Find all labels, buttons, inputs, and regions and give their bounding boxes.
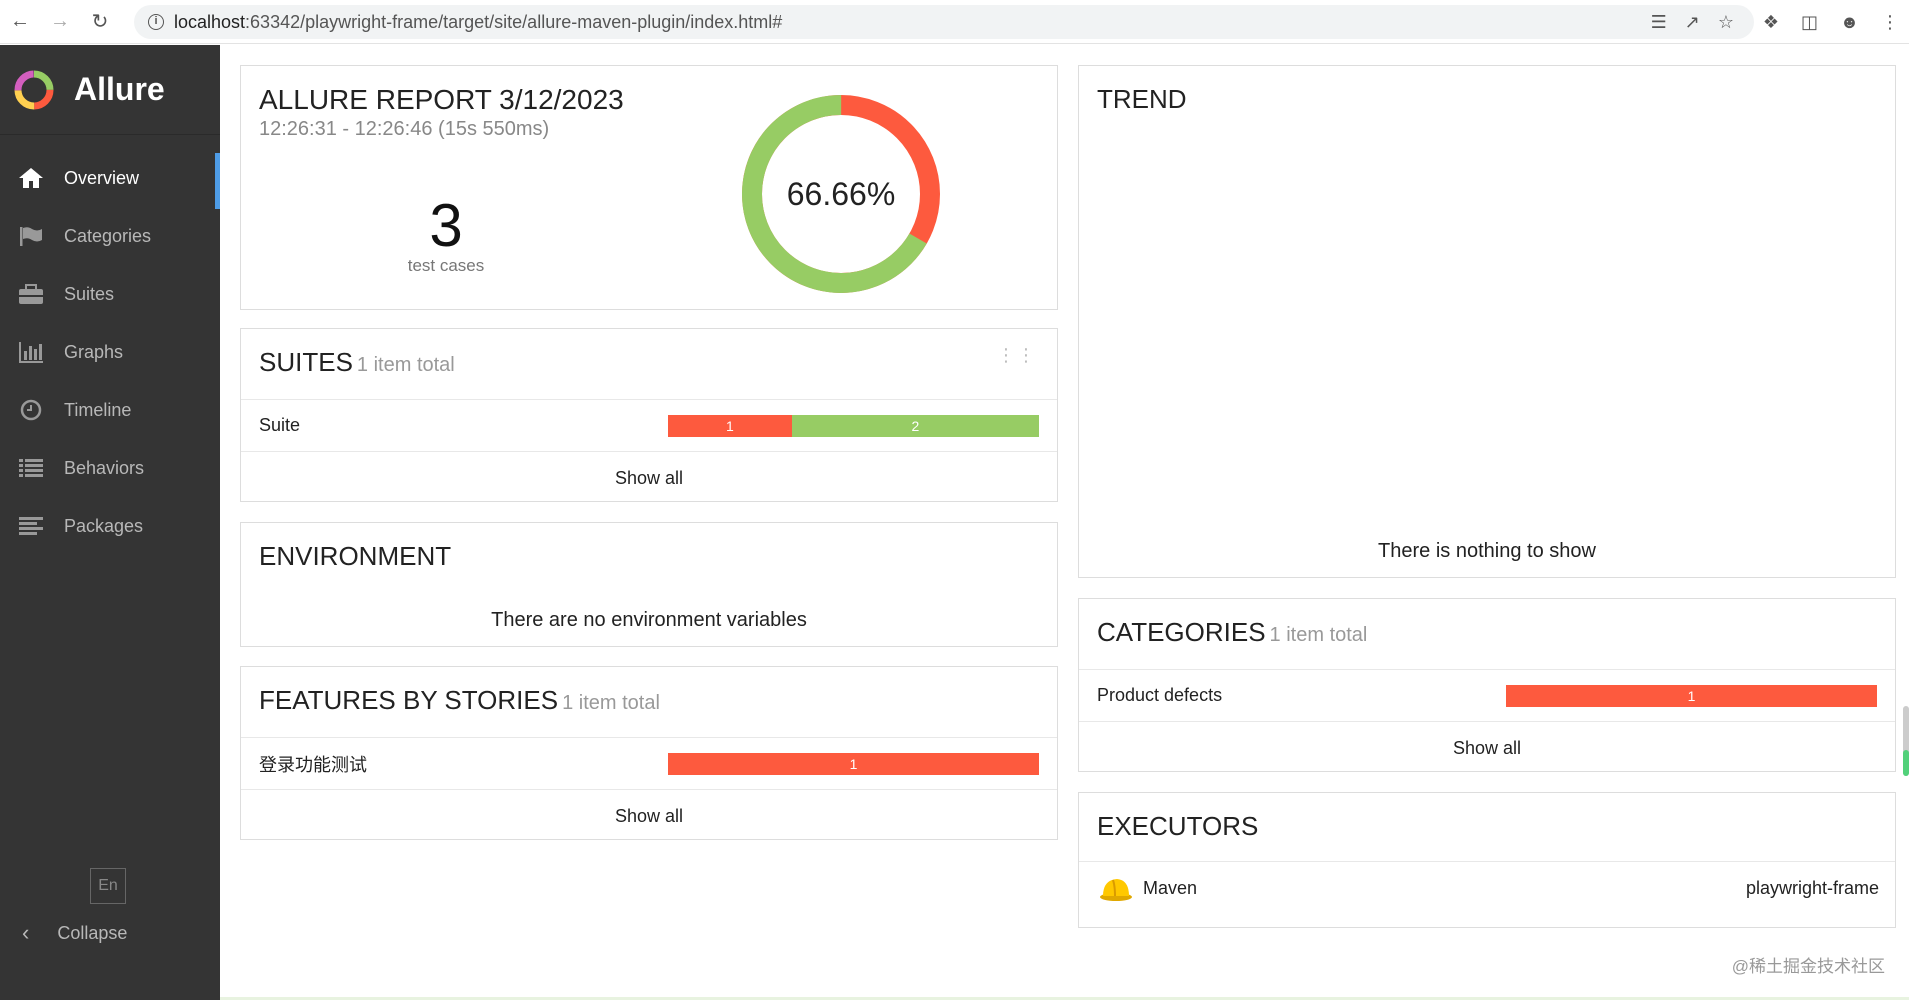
sidebar-item-graphs[interactable]: Graphs bbox=[0, 323, 220, 381]
features-title-row: FEATURES BY STORIES 1 item total bbox=[241, 667, 1057, 716]
failed-segment: 1 bbox=[668, 415, 792, 437]
executor-row[interactable]: Maven playwright-frame bbox=[1079, 861, 1895, 913]
executors-title: EXECUTORS bbox=[1097, 811, 1259, 841]
executor-name: Maven bbox=[1143, 878, 1198, 898]
suites-title-row: SUITES 1 item total bbox=[241, 329, 1057, 378]
list-icon bbox=[16, 456, 46, 480]
share-icon[interactable]: ↗ bbox=[1685, 12, 1700, 33]
drag-handle-icon[interactable]: ⋮⋮ bbox=[997, 346, 1037, 364]
browser-toolbar: ← → ↻ i localhost:63342/playwright-frame… bbox=[0, 0, 1909, 44]
table-row[interactable]: Suite 1 2 bbox=[241, 399, 1057, 451]
category-name: Product defects bbox=[1097, 685, 1223, 705]
extensions-icon[interactable]: ❖ bbox=[1763, 12, 1779, 33]
table-row[interactable]: 登录功能测试 1 bbox=[241, 737, 1057, 789]
sidebar-item-label: Categories bbox=[64, 225, 152, 246]
info-icon[interactable]: i bbox=[148, 14, 164, 30]
chevron-left-icon: ‹ bbox=[22, 920, 30, 945]
environment-widget: ENVIRONMENT There are no environment var… bbox=[240, 522, 1058, 647]
star-icon[interactable]: ☆ bbox=[1718, 12, 1734, 33]
reload-icon[interactable]: ↻ bbox=[80, 0, 120, 44]
back-arrow-icon[interactable]: ← bbox=[0, 0, 40, 44]
briefcase-icon bbox=[16, 282, 46, 306]
features-show-all-link[interactable]: Show all bbox=[241, 789, 1057, 841]
suite-name: Suite bbox=[259, 415, 301, 435]
language-button[interactable]: En bbox=[90, 868, 126, 904]
watermark: @稀土掘金技术社区 bbox=[1731, 957, 1885, 976]
collapse-button[interactable]: ‹ Collapse bbox=[22, 920, 127, 946]
translate-icon[interactable]: ☰ bbox=[1651, 12, 1667, 33]
align-left-icon bbox=[16, 514, 46, 538]
categories-title-row: CATEGORIES 1 item total bbox=[1079, 599, 1895, 648]
url-path: :63342/playwright-frame/target/site/allu… bbox=[245, 11, 783, 32]
url-host: localhost bbox=[174, 11, 246, 32]
sidebar-item-suites[interactable]: Suites bbox=[0, 265, 220, 323]
report-title: ALLURE REPORT 3/12/2023 bbox=[259, 84, 624, 115]
suites-count: 1 item total bbox=[356, 354, 455, 376]
home-icon bbox=[16, 166, 46, 190]
sidebar-item-label: Suites bbox=[64, 283, 115, 304]
suites-title: SUITES bbox=[259, 347, 353, 377]
categories-show-all-link[interactable]: Show all bbox=[1079, 721, 1895, 773]
sidebar-item-label: Graphs bbox=[64, 341, 124, 362]
allure-logo-icon bbox=[14, 70, 54, 109]
brand[interactable]: Allure bbox=[0, 45, 220, 135]
status-bar: 1 2 bbox=[668, 415, 1039, 437]
side-panel-icon[interactable]: ◫ bbox=[1801, 12, 1818, 33]
categories-count: 1 item total bbox=[1269, 624, 1368, 646]
trend-widget: TREND There is nothing to show bbox=[1078, 65, 1896, 578]
forward-arrow-icon[interactable]: → bbox=[40, 0, 80, 44]
test-case-label: test cases bbox=[407, 256, 485, 275]
table-row[interactable]: Product defects 1 bbox=[1079, 669, 1895, 721]
sidebar-item-label: Behaviors bbox=[64, 457, 145, 478]
clock-icon bbox=[16, 398, 46, 422]
maven-helmet-icon bbox=[1100, 879, 1132, 901]
menu-dots-icon[interactable]: ⋮ bbox=[1881, 12, 1899, 33]
address-bar[interactable]: i localhost:63342/playwright-frame/targe… bbox=[134, 5, 1754, 39]
sidebar-item-categories[interactable]: Categories bbox=[0, 207, 220, 265]
status-bar: 1 bbox=[668, 753, 1039, 775]
features-widget: FEATURES BY STORIES 1 item total 登录功能测试 1… bbox=[240, 666, 1058, 840]
features-title: FEATURES BY STORIES bbox=[259, 685, 559, 715]
suites-show-all-link[interactable]: Show all bbox=[241, 451, 1057, 503]
success-rate-percent: 66.66% bbox=[786, 175, 896, 212]
test-case-count: 3 bbox=[429, 192, 463, 259]
profile-icon[interactable]: ☻ bbox=[1840, 12, 1859, 33]
sidebar-item-label: Packages bbox=[64, 515, 144, 536]
flag-icon bbox=[16, 224, 46, 248]
categories-widget: CATEGORIES 1 item total Product defects 1… bbox=[1078, 598, 1896, 772]
failed-segment: 1 bbox=[1506, 685, 1877, 707]
features-count: 1 item total bbox=[562, 692, 660, 714]
report-time: 12:26:31 - 12:26:46 (15s 550ms) bbox=[259, 118, 550, 140]
trend-empty-message: There is nothing to show bbox=[1378, 540, 1596, 562]
trend-title: TREND bbox=[1097, 84, 1187, 114]
environment-title: ENVIRONMENT bbox=[259, 541, 452, 571]
feature-name: 登录功能测试 bbox=[259, 754, 367, 775]
collapse-label: Collapse bbox=[57, 922, 128, 943]
sidebar-item-overview[interactable]: Overview bbox=[0, 149, 220, 209]
failed-segment: 1 bbox=[668, 753, 1039, 775]
passed-segment: 2 bbox=[791, 415, 1039, 437]
sidebar-item-packages[interactable]: Packages bbox=[0, 497, 220, 555]
sidebar: Allure Overview Categories Suites Graphs bbox=[0, 45, 220, 1000]
brand-name: Allure bbox=[74, 71, 165, 107]
categories-title: CATEGORIES bbox=[1097, 617, 1266, 647]
environment-empty-message: There are no environment variables bbox=[491, 609, 807, 631]
sidebar-item-behaviors[interactable]: Behaviors bbox=[0, 439, 220, 497]
bar-chart-icon bbox=[16, 340, 46, 364]
sidebar-item-label: Overview bbox=[64, 167, 140, 188]
sidebar-item-timeline[interactable]: Timeline bbox=[0, 381, 220, 439]
status-bar: 1 bbox=[1506, 685, 1877, 707]
sidebar-item-label: Timeline bbox=[64, 399, 132, 420]
report-summary-widget: ALLURE REPORT 3/12/2023 12:26:31 - 12:26… bbox=[240, 65, 1058, 310]
suites-widget: SUITES 1 item total ⋮⋮ Suite 1 2 Show all bbox=[240, 328, 1058, 502]
sidebar-menu: Overview Categories Suites Graphs Timeli… bbox=[0, 149, 220, 555]
executor-build-link[interactable]: playwright-frame bbox=[1746, 862, 1879, 914]
executors-widget: EXECUTORS Maven playwright-frame bbox=[1078, 792, 1896, 928]
scrollbar-indicator bbox=[1903, 750, 1909, 776]
